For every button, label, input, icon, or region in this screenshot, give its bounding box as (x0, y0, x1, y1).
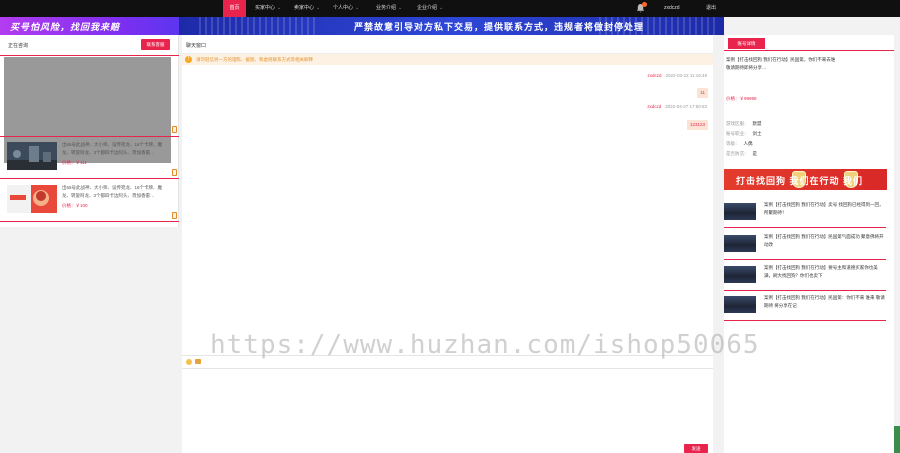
nav-item-business[interactable]: 业务介绍 ⌄ (376, 0, 402, 17)
item-thumbnail[interactable] (7, 142, 57, 170)
trash-icon[interactable] (172, 212, 177, 219)
main-banner-text: 严禁故意引导对方私下交易，提供联系方式，违规者将做封停处理 (354, 22, 645, 32)
message-meta: zxdczd 2022-04-27 17:50:53 (647, 104, 707, 109)
account-price: 价格：￥99999 (726, 96, 757, 101)
nav-item-personal[interactable]: 个人中心 ⌄ (333, 0, 359, 17)
divider (724, 259, 886, 260)
nav-item-company-label: 企业介绍 (417, 5, 438, 11)
chevron-down-icon: ⌄ (355, 5, 360, 11)
detail-value: 默盟 (752, 121, 762, 126)
news-title[interactable]: 案例【打击找回狗 我们在行动】要号主和道德买家你也美满，刷大找回狗？你们也卖下 (764, 264, 886, 280)
chat-title: 聊天窗口 (186, 43, 207, 49)
news-thumbnail[interactable] (724, 235, 756, 252)
nav-item-buyer-label: 买家中心 (255, 5, 276, 11)
anti-fraud-banner[interactable]: 打击找回狗 我们在行动 我们 (724, 169, 887, 190)
nav-item-business-label: 业务介绍 (376, 5, 397, 11)
divider (0, 55, 179, 56)
message-time: 2022-03-22 11:16:49 (665, 73, 707, 78)
item-description[interactable]: 出65号此战神、大小师、设传宛龙、16个卡牌、魔龙、转旋阿龙、3个都四卡边阿头、… (62, 184, 170, 200)
nav-item-seller-label: 卖家中心 (294, 5, 315, 11)
detail-row: 等级： 人偶 (726, 141, 753, 147)
warning-icon: ! (185, 56, 192, 63)
divider (724, 290, 886, 291)
divider (724, 227, 886, 228)
news-title[interactable]: 案例【打击找回狗 我们在行动】卖号 找回狗已经得到一回，所聚期待！ (764, 201, 886, 217)
item-thumbnail[interactable] (7, 185, 57, 213)
left-banner[interactable]: 买号怕风险，找回我来赔 (0, 17, 179, 35)
image-icon[interactable] (195, 359, 201, 364)
message-bubble: 123123 (686, 120, 708, 130)
detail-label: 账号职业： (726, 131, 749, 136)
nav-item-buyer[interactable]: 买家中心 ⌄ (255, 0, 281, 17)
consulting-panel: 正在咨询 联系客服 出65号此战神、大小师、设传宛龙、16个卡牌、魔龙、转旋阿龙… (0, 35, 179, 227)
logout-link[interactable]: 退出 (706, 0, 716, 17)
chevron-down-icon: ⌄ (439, 5, 444, 11)
username-link[interactable]: zxdczd (664, 0, 680, 17)
news-title[interactable]: 案例【打击找回狗 我们在行动】民国第：你们不来 谁来 敬请期待 将分享在记 (764, 294, 886, 310)
message-time: 2022-04-27 17:50:53 (665, 104, 707, 109)
account-details-panel: 账号详情 案例【打击找回狗 我们在行动】民国第，你们不来去谁 敬请期待即将分享…… (724, 35, 894, 453)
divider (0, 221, 179, 222)
detail-value: 人偶 (743, 141, 753, 146)
chevron-down-icon: ⌄ (316, 5, 321, 11)
warning-notice: ! 请勿轻信另一方的理陈、截图、和虚则联系方式等相关解释 (182, 54, 713, 65)
emoji-icon[interactable] (186, 359, 192, 365)
nav-item-seller[interactable]: 卖家中心 ⌄ (294, 0, 320, 17)
nav-item-company[interactable]: 企业介绍 ⌄ (417, 0, 443, 17)
notification-dot (642, 2, 647, 7)
detail-value: 是 (752, 151, 758, 156)
news-thumbnail[interactable] (724, 296, 756, 313)
watermark-text: https://www.huzhan.com/ishop50065 (210, 330, 760, 360)
divider (724, 50, 894, 51)
trash-icon[interactable] (172, 126, 177, 133)
message-sender: zxdczd (647, 73, 662, 78)
divider (0, 178, 179, 179)
item-price: 价格：￥111 (62, 160, 87, 165)
detail-row: 账号职业： 剑士 (726, 131, 762, 137)
consulting-title: 正在咨询 (8, 43, 29, 49)
side-float-widget[interactable] (894, 426, 900, 453)
detail-label: 等级： (726, 141, 740, 146)
banner-decoration (199, 17, 319, 35)
item-description[interactable]: 出65号此战神、大小师、设传宛龙、16个卡牌、魔龙、转旋阿龙、3个都四卡边阿头、… (62, 141, 170, 157)
main-banner[interactable]: 严禁故意引导对方私下交易，提供联系方式，违规者将做封停处理 (179, 17, 724, 35)
account-description: 案例【打击找回狗 我们在行动】民国第，你们不来去谁 敬请期待即将分享… (726, 57, 836, 70)
news-thumbnail[interactable] (724, 203, 756, 220)
left-banner-text: 买号怕风险，找回我来赔 (10, 22, 121, 32)
news-thumbnail[interactable] (724, 266, 756, 283)
divider (0, 136, 179, 137)
chevron-down-icon: ⌄ (277, 5, 282, 11)
chat-panel: 聊天窗口 ! 请勿轻信另一方的理陈、截图、和虚则联系方式等相关解释 zxdczd… (182, 35, 713, 453)
message-bubble: 11 (697, 88, 708, 98)
nav-item-personal-label: 个人中心 (333, 5, 354, 11)
trash-icon[interactable] (172, 169, 177, 176)
item-price: 价格：￥100 (62, 203, 88, 208)
anti-fraud-banner-text: 打击找回狗 我们在行动 我们 (736, 176, 864, 186)
detail-label: 游戏区服： (726, 121, 749, 126)
warning-text: 请勿轻信另一方的理陈、截图、和虚则联系方式等相关解释 (196, 57, 313, 62)
divider (724, 320, 886, 321)
message-sender: zxdczd (647, 104, 662, 109)
top-nav: 首页 买家中心 ⌄ 卖家中心 ⌄ 个人中心 ⌄ 业务介绍 ⌄ 企业介绍 ⌄ zxdczd … (0, 0, 900, 17)
detail-value: 剑士 (752, 131, 762, 136)
detail-row: 游戏区服： 默盟 (726, 121, 762, 127)
message-input[interactable] (182, 369, 713, 439)
chevron-down-icon: ⌄ (398, 5, 403, 11)
news-title[interactable]: 案例【打击找回狗 我们在行动】民国第气面成功 聚意佛将开动改 (764, 233, 886, 249)
detail-label: 是否防沉： (726, 151, 749, 156)
message-meta: zxdczd 2022-03-22 11:16:49 (648, 73, 707, 78)
contact-service-button[interactable]: 联系客服 (141, 39, 170, 50)
detail-row: 是否防沉：是 (726, 151, 757, 157)
send-button[interactable]: 发送 (684, 444, 708, 453)
nav-item-home[interactable]: 首页 (223, 0, 246, 17)
account-details-tab[interactable]: 账号详情 (728, 38, 765, 49)
